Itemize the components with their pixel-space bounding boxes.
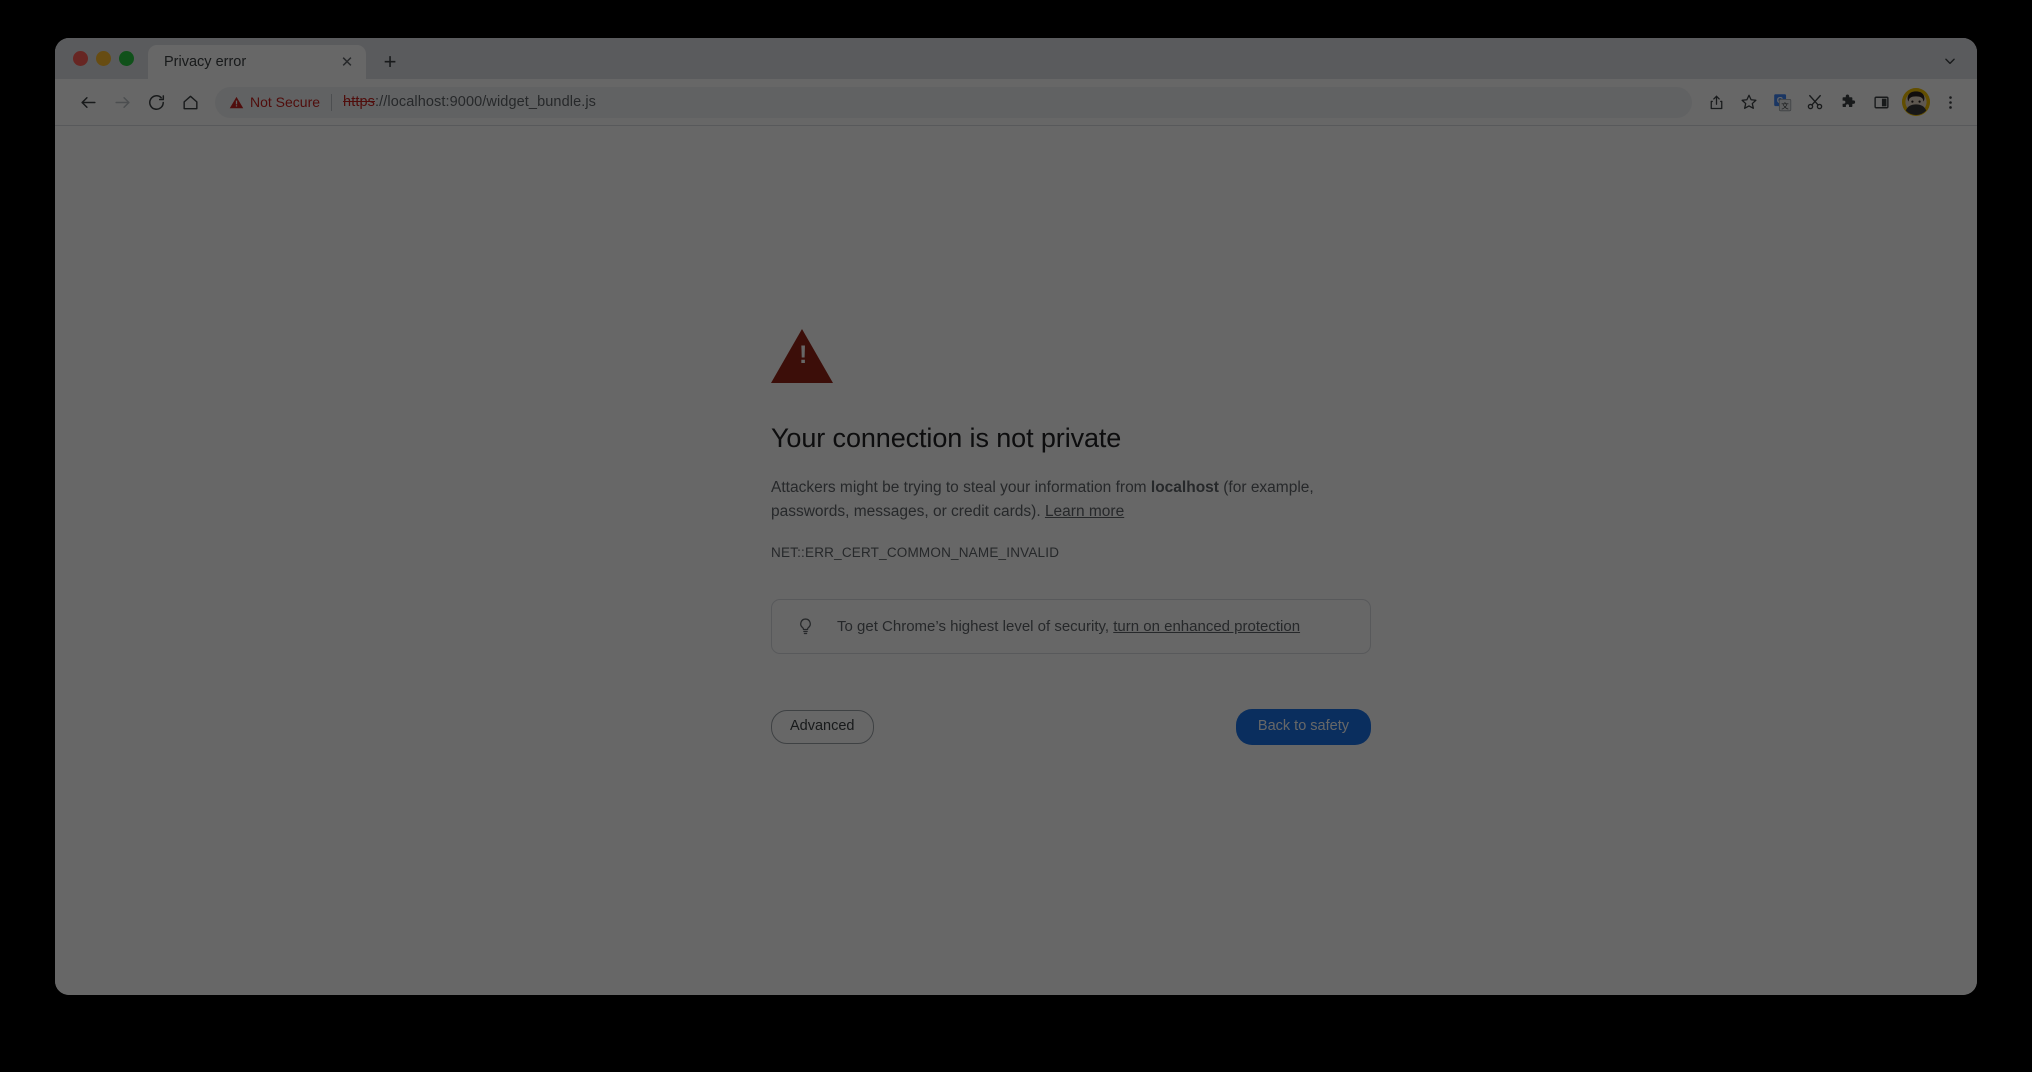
enhanced-protection-banner: To get Chrome’s highest level of securit…: [771, 599, 1371, 655]
svg-text:文: 文: [1781, 100, 1789, 110]
browser-toolbar: Not Secure https://localhost:9000/widget…: [55, 79, 1977, 126]
three-dot-menu-icon[interactable]: [1935, 86, 1965, 118]
chevron-down-icon[interactable]: [1937, 48, 1963, 74]
warning-exclamation-glyph: !: [799, 341, 808, 369]
scissors-icon[interactable]: [1799, 86, 1831, 118]
bookmark-star-icon[interactable]: [1733, 86, 1765, 118]
home-icon[interactable]: [174, 86, 206, 118]
enhanced-protection-text: To get Chrome’s highest level of securit…: [837, 618, 1300, 635]
page-title: Your connection is not private: [771, 423, 1122, 453]
share-icon[interactable]: [1700, 86, 1732, 118]
side-panel-icon[interactable]: [1865, 86, 1897, 118]
lightbulb-icon: [796, 617, 815, 636]
browser-window: Privacy error ✕ + Not Secure https://loc…: [55, 38, 1977, 995]
reload-icon[interactable]: [140, 86, 172, 118]
error-description-host: localhost: [1150, 479, 1219, 496]
error-code: NET::ERR_CERT_COMMON_NAME_INVALID: [771, 545, 1060, 561]
url-rest: ://localhost:9000/widget_bundle.js: [374, 94, 597, 110]
toolbar-actions: G 文: [1700, 86, 1965, 118]
turn-on-enhanced-protection-link[interactable]: turn on enhanced protection: [1113, 618, 1300, 635]
page-content-area: ! Your connection is not private Attacke…: [55, 126, 1977, 995]
enhanced-protection-text-prefix: To get Chrome’s highest level of securit…: [837, 618, 1114, 636]
ssl-interstitial: ! Your connection is not private Attacke…: [762, 329, 1371, 749]
back-arrow-icon[interactable]: [72, 86, 104, 118]
address-bar[interactable]: Not Secure https://localhost:9000/widget…: [215, 86, 1692, 118]
forward-arrow-icon[interactable]: [106, 86, 138, 118]
tab-title: Privacy error: [164, 54, 247, 70]
learn-more-link[interactable]: Learn more: [1045, 503, 1124, 520]
security-status-not-secure[interactable]: Not Secure: [229, 94, 320, 110]
url-scheme-strikethrough: https: [343, 94, 375, 110]
omnibox-divider: [331, 93, 333, 111]
window-traffic-lights: [65, 38, 146, 79]
window-maximize-button[interactable]: [119, 51, 134, 66]
url-text: https://localhost:9000/widget_bundle.js: [343, 94, 596, 110]
back-to-safety-button[interactable]: Back to safety: [1235, 709, 1371, 745]
browser-tab-privacy-error[interactable]: Privacy error ✕: [148, 45, 366, 79]
warning-triangle-icon: [229, 95, 244, 110]
extensions-puzzle-icon[interactable]: [1832, 86, 1864, 118]
error-description: Attackers might be trying to steal your …: [771, 476, 1316, 524]
not-secure-label: Not Secure: [250, 94, 321, 110]
new-tab-button[interactable]: +: [373, 45, 407, 79]
avatar-icon[interactable]: [1902, 88, 1930, 116]
translate-icon[interactable]: G 文: [1766, 86, 1798, 118]
warning-triangle-icon: !: [771, 329, 833, 383]
advanced-button[interactable]: Advanced: [771, 710, 874, 744]
interstitial-button-row: Advanced Back to safety: [762, 695, 1371, 749]
window-close-button[interactable]: [73, 51, 88, 66]
tab-close-icon[interactable]: ✕: [336, 51, 358, 73]
error-description-part1: Attackers might be trying to steal your …: [771, 479, 1151, 496]
tab-strip: Privacy error ✕ +: [55, 38, 1977, 79]
window-minimize-button[interactable]: [96, 51, 111, 66]
